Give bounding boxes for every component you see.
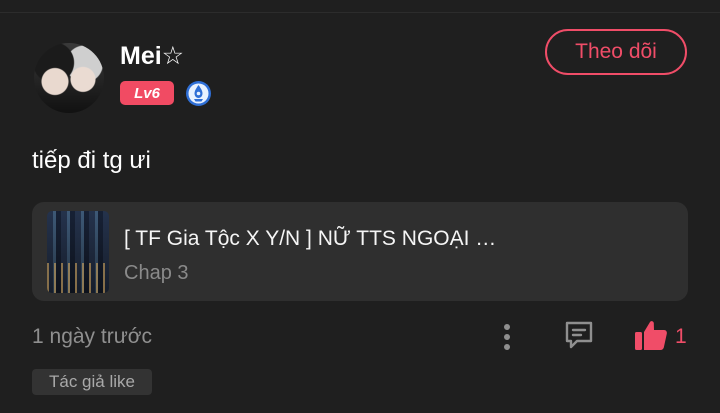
story-chapter: Chap 3 [124,262,189,284]
story-title: [ TF Gia Tộc X Y/N ] NỮ TTS NGOẠI … [124,227,497,250]
username[interactable]: Mei☆ [120,41,184,71]
timestamp: 1 ngày trước [32,325,153,348]
thumbs-up-icon[interactable] [634,319,668,351]
comment-text: tiếp đi tg ưi [32,147,151,174]
level-badge: Lv6 [120,81,174,105]
story-thumbnail [47,211,109,293]
story-card[interactable]: [ TF Gia Tộc X Y/N ] NỮ TTS NGOẠI … Chap… [32,202,688,301]
avatar[interactable] [34,43,104,113]
top-divider [0,12,720,13]
follow-button[interactable]: Theo dõi [545,29,687,75]
medal-icon [186,81,211,106]
like-count: 1 [675,325,687,348]
more-vertical-icon[interactable] [497,322,517,352]
reply-icon[interactable] [563,319,595,351]
author-like-tag: Tác giả like [32,369,152,395]
